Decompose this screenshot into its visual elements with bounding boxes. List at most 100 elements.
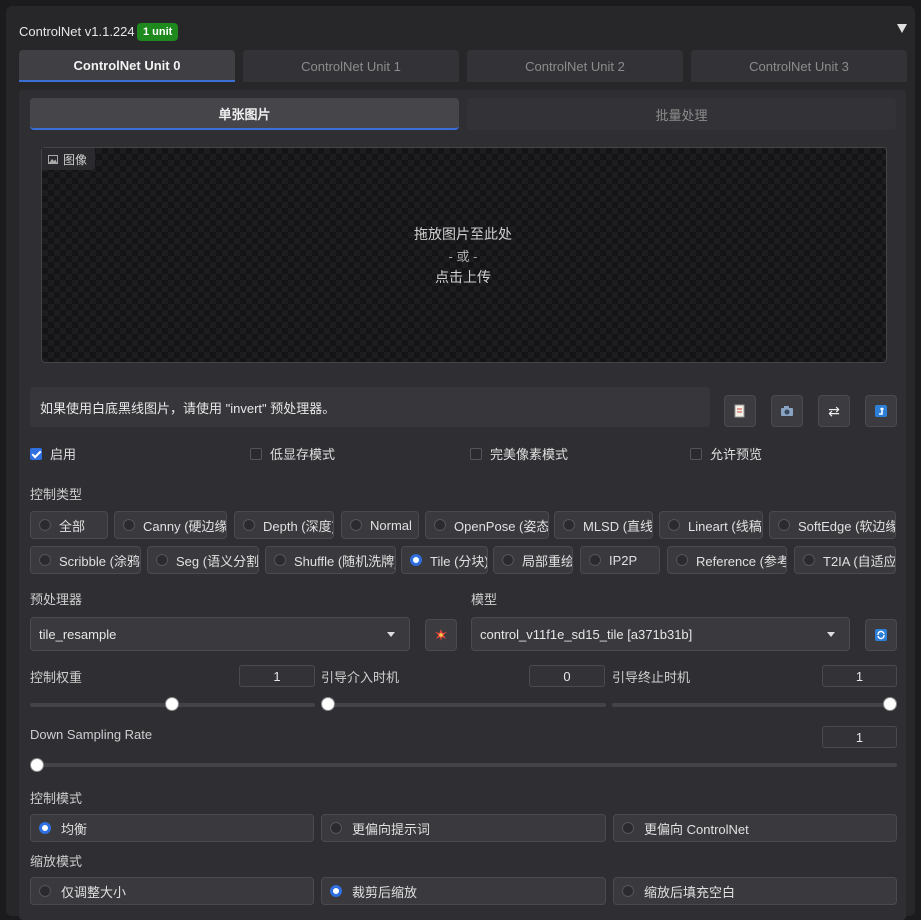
- preprocessor-select[interactable]: tile_resample: [30, 617, 410, 651]
- option-label: Canny (硬边缘): [143, 518, 227, 534]
- option-label: 裁剪后缩放: [352, 884, 418, 900]
- model-value: control_v11f1e_sd15_tile [a371b31b]: [480, 626, 693, 642]
- resize-mode-option[interactable]: 仅调整大小: [30, 877, 314, 905]
- preprocessor-value: tile_resample: [39, 626, 117, 642]
- drop-text: 拖放图片至此处: [414, 226, 512, 242]
- radio-icon: [274, 554, 286, 566]
- control-type-option[interactable]: Shuffle (随机洗牌): [265, 546, 396, 574]
- control-type-label: 控制类型: [30, 487, 83, 502]
- resize-mode-option[interactable]: 缩放后填充空白: [613, 877, 897, 905]
- option-label: 全部: [59, 518, 86, 534]
- control-type-option[interactable]: Lineart (线稿): [659, 511, 763, 539]
- edit-document-icon: [734, 404, 745, 418]
- down-sampling-track[interactable]: [30, 763, 897, 767]
- tab-unit-3[interactable]: ControlNet Unit 3: [691, 50, 907, 82]
- option-label: MLSD (直线): [583, 518, 653, 534]
- control-type-option[interactable]: 全部: [30, 511, 108, 539]
- new-canvas-button[interactable]: [724, 395, 756, 427]
- control-type-option-selected[interactable]: Tile (分块): [401, 546, 488, 574]
- radio-icon: [563, 519, 575, 531]
- camera-icon: [781, 406, 793, 416]
- resize-mode-option-selected[interactable]: 裁剪后缩放: [321, 877, 606, 905]
- option-label: Tile (分块): [430, 553, 488, 569]
- option-label: Seg (语义分割): [176, 553, 259, 569]
- option-label: Lineart (线稿): [688, 518, 763, 534]
- model-label: 模型: [471, 592, 498, 607]
- option-label: 仅调整大小: [61, 884, 127, 900]
- control-mode-option[interactable]: 更偏向 ControlNet: [613, 814, 897, 842]
- control-type-option[interactable]: Normal: [341, 511, 419, 539]
- option-label: Normal: [370, 517, 412, 533]
- unit-count-badge: 1 unit: [137, 23, 179, 41]
- low-vram-checkbox[interactable]: 低显存模式: [250, 444, 335, 463]
- control-type-option[interactable]: Reference (参考): [667, 546, 787, 574]
- allow-preview-label: 允许预览: [710, 447, 763, 462]
- enable-label: 启用: [50, 447, 77, 462]
- chevron-down-icon: [387, 632, 395, 637]
- control-type-option[interactable]: Seg (语义分割): [147, 546, 259, 574]
- radio-icon: [676, 554, 688, 566]
- control-type-option[interactable]: SoftEdge (软边缘): [769, 511, 896, 539]
- checkbox-icon: [690, 447, 702, 460]
- radio-icon: [668, 519, 680, 531]
- checkbox-checked-icon: [30, 447, 42, 460]
- swap-arrows-icon: ⇄: [828, 402, 840, 419]
- control-type-option[interactable]: IP2P: [580, 546, 660, 574]
- option-label: 缩放后填充空白: [644, 884, 736, 900]
- image-label: 图像: [42, 148, 96, 170]
- allow-preview-checkbox[interactable]: 允许预览: [690, 444, 762, 463]
- webcam-button[interactable]: [771, 395, 803, 427]
- radio-selected-icon: [39, 822, 51, 834]
- radio-icon: [243, 519, 255, 531]
- control-type-option[interactable]: Canny (硬边缘): [114, 511, 227, 539]
- enable-checkbox[interactable]: 启用: [30, 444, 76, 463]
- tab-batch[interactable]: 批量处理: [467, 98, 896, 130]
- down-sampling-slider[interactable]: [30, 758, 44, 772]
- radio-icon: [622, 885, 634, 897]
- mirror-webcam-button[interactable]: ⇄: [818, 395, 850, 427]
- option-label: Shuffle (随机洗牌): [294, 553, 396, 569]
- radio-icon: [589, 554, 601, 566]
- control-mode-option[interactable]: 更偏向提示词: [321, 814, 606, 842]
- down-sampling-input[interactable]: 1: [822, 726, 897, 748]
- control-weight-label: 控制权重: [30, 670, 83, 685]
- control-mode-option-selected[interactable]: 均衡: [30, 814, 314, 842]
- control-type-option[interactable]: MLSD (直线): [554, 511, 653, 539]
- send-arrow-icon: [875, 405, 887, 417]
- option-label: 更偏向 ControlNet: [644, 821, 749, 837]
- run-preprocessor-button[interactable]: [425, 619, 457, 651]
- low-vram-label: 低显存模式: [270, 447, 336, 462]
- guidance-start-slider[interactable]: [321, 697, 335, 711]
- tab-unit-2[interactable]: ControlNet Unit 2: [467, 50, 683, 82]
- click-upload-text: 点击上传: [435, 269, 491, 285]
- option-label: Scribble (涂鸦): [59, 553, 141, 569]
- image-label-text: 图像: [63, 152, 88, 167]
- guidance-end-input[interactable]: 1: [822, 665, 897, 687]
- or-text: - 或 -: [448, 249, 478, 264]
- tab-unit-0[interactable]: ControlNet Unit 0: [19, 50, 235, 82]
- option-label: T2IA (自适应): [823, 553, 896, 569]
- control-type-option[interactable]: T2IA (自适应): [794, 546, 896, 574]
- guidance-start-track[interactable]: [321, 703, 606, 707]
- radio-icon: [39, 519, 51, 531]
- option-label: Depth (深度): [263, 518, 334, 534]
- send-dimensions-button[interactable]: [865, 395, 897, 427]
- control-weight-slider[interactable]: [165, 697, 179, 711]
- collapse-toggle-icon[interactable]: [897, 24, 907, 33]
- pixel-perfect-checkbox[interactable]: 完美像素模式: [470, 444, 568, 463]
- control-type-option[interactable]: OpenPose (姿态): [425, 511, 549, 539]
- model-select[interactable]: control_v11f1e_sd15_tile [a371b31b]: [471, 617, 850, 651]
- panel-title: ControlNet v1.1.224: [19, 24, 135, 39]
- control-weight-input[interactable]: 1: [239, 665, 315, 687]
- tab-single-image[interactable]: 单张图片: [30, 98, 459, 130]
- control-type-option[interactable]: Depth (深度): [234, 511, 334, 539]
- control-type-option[interactable]: 局部重绘: [493, 546, 573, 574]
- tab-unit-1[interactable]: ControlNet Unit 1: [243, 50, 459, 82]
- down-sampling-label: Down Sampling Rate: [30, 727, 153, 742]
- refresh-models-button[interactable]: [865, 619, 897, 651]
- guidance-start-input[interactable]: 0: [529, 665, 605, 687]
- control-type-option[interactable]: Scribble (涂鸦): [30, 546, 141, 574]
- guidance-end-slider[interactable]: [883, 697, 897, 711]
- guidance-end-track[interactable]: [612, 703, 897, 707]
- option-label: IP2P: [609, 552, 638, 568]
